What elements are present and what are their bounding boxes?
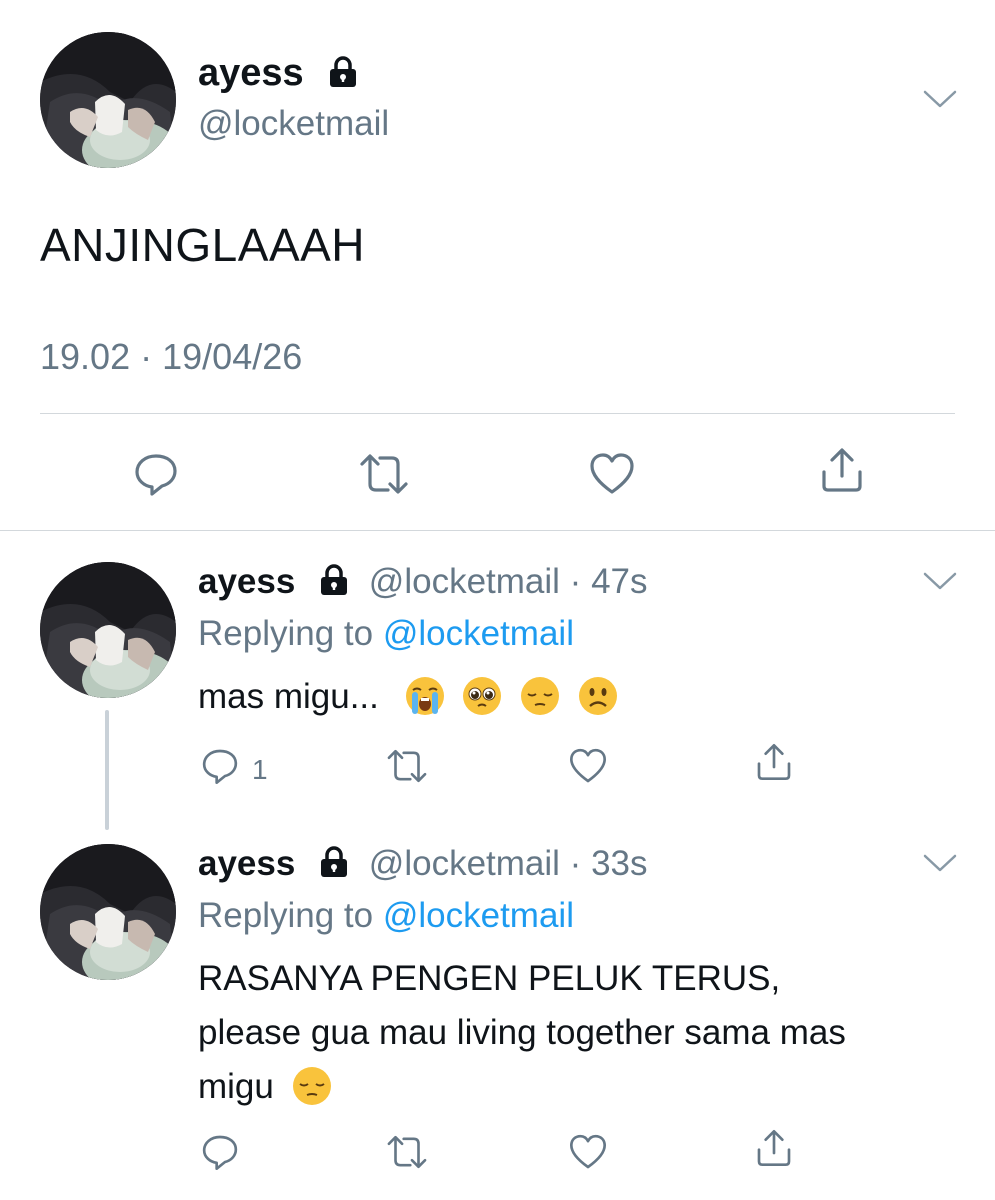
loudly-crying-face-icon — [405, 676, 445, 716]
tweet-time[interactable]: 47s — [591, 562, 647, 601]
chevron-down-icon[interactable] — [922, 852, 958, 874]
reply-icon[interactable] — [132, 450, 180, 498]
share-icon[interactable] — [754, 1128, 794, 1168]
meta-separator: · — [569, 844, 582, 883]
display-name[interactable]: ayess — [198, 844, 295, 883]
tweet-text-line: please gua mau living together sama mas — [198, 1013, 846, 1052]
reply-icon[interactable] — [200, 746, 240, 786]
tweet-time: 19.02 — [40, 336, 131, 377]
display-name[interactable]: ayess — [198, 562, 295, 601]
tweet-time[interactable]: 33s — [591, 844, 647, 883]
tweet-text: RASANYA PENGEN PELUK TERUS, please gua m… — [198, 952, 978, 1114]
share-icon[interactable] — [818, 446, 866, 494]
replying-to-label: Replying to — [198, 614, 374, 653]
retweet-icon[interactable] — [384, 746, 430, 786]
avatar[interactable] — [40, 32, 176, 168]
pensive-face-icon — [292, 1066, 332, 1106]
like-icon[interactable] — [568, 746, 608, 786]
like-icon[interactable] — [568, 1132, 608, 1172]
pensive-face-icon — [520, 676, 560, 716]
like-icon[interactable] — [588, 450, 636, 498]
retweet-icon[interactable] — [356, 450, 412, 498]
chevron-down-icon[interactable] — [922, 570, 958, 592]
retweet-icon[interactable] — [384, 1132, 430, 1172]
divider — [0, 530, 995, 531]
avatar[interactable] — [40, 844, 176, 980]
tweet-text: ANJINGLAAAH — [40, 219, 366, 271]
meta-separator: · — [140, 336, 153, 377]
tweet-text-body: mas migu... — [198, 677, 379, 716]
meta-separator: · — [569, 562, 582, 601]
replying-to-label: Replying to — [198, 896, 374, 935]
avatar[interactable] — [40, 562, 176, 698]
share-icon[interactable] — [754, 742, 794, 782]
user-handle[interactable]: @locketmail — [369, 562, 560, 601]
tweet-text-line-last: migu — [198, 1060, 978, 1114]
reply-count: 1 — [252, 754, 268, 785]
replying-to: Replying to @locketmail — [198, 614, 574, 654]
tweet-text-line: RASANYA PENGEN PELUK TERUS, — [198, 959, 781, 998]
tweet-text-line: migu — [198, 1067, 274, 1106]
user-handle[interactable]: @locketmail — [369, 844, 560, 883]
reply-icon[interactable] — [200, 1132, 240, 1172]
replying-to-link[interactable]: @locketmail — [383, 896, 574, 935]
frowning-face-icon — [578, 676, 618, 716]
tweet-date[interactable]: 19/04/26 — [162, 336, 302, 377]
reply-header: ayess @locketmail · 33s — [198, 844, 648, 884]
divider — [40, 413, 955, 414]
replying-to: Replying to @locketmail — [198, 896, 574, 936]
user-handle[interactable]: @locketmail — [198, 104, 389, 144]
lock-icon — [319, 562, 349, 602]
thread-connector — [105, 710, 109, 830]
tweet-timestamp: 19.02 · 19/04/26 — [40, 336, 302, 378]
display-name[interactable]: ayess — [198, 52, 358, 95]
chevron-down-icon[interactable] — [922, 88, 958, 110]
display-name-text[interactable]: ayess — [198, 52, 304, 94]
lock-icon — [328, 52, 358, 95]
pleading-face-icon — [462, 676, 502, 716]
lock-icon — [319, 844, 349, 884]
reply-header: ayess @locketmail · 47s — [198, 562, 648, 602]
tweet-text: mas migu... — [198, 670, 958, 724]
replying-to-link[interactable]: @locketmail — [383, 614, 574, 653]
